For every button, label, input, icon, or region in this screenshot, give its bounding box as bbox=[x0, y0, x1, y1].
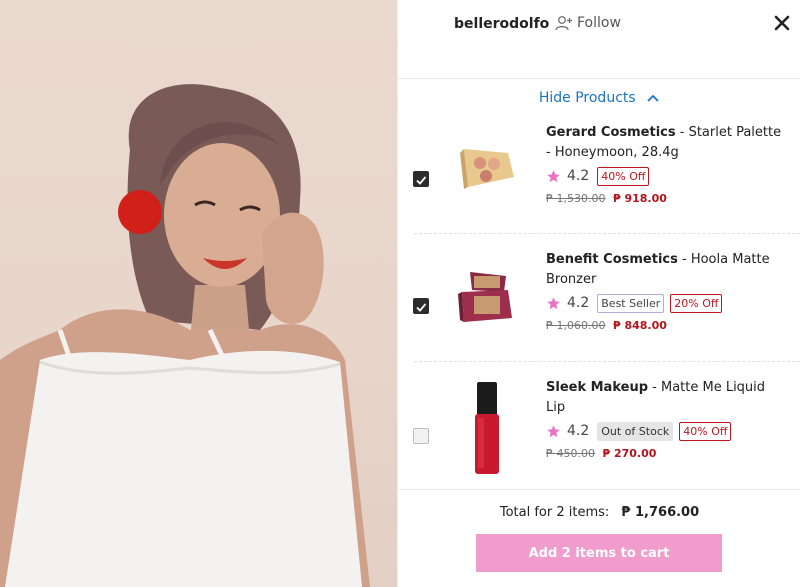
product-title[interactable]: Gerard Cosmetics - Starlet Palette - Hon… bbox=[546, 123, 782, 163]
follow-label: Follow bbox=[577, 15, 621, 31]
product-prices: ₱ 450.00 ₱ 270.00 bbox=[546, 444, 782, 464]
follow-button[interactable]: Follow bbox=[555, 15, 621, 31]
product-info: Gerard Cosmetics - Starlet Palette - Hon… bbox=[546, 123, 782, 209]
product-info: Benefit Cosmetics - Hoola Matte Bronzer … bbox=[546, 250, 782, 336]
sale-price: ₱ 848.00 bbox=[612, 319, 667, 332]
product-brand: Gerard Cosmetics bbox=[546, 125, 676, 140]
discount-badge: 40% Off bbox=[679, 421, 732, 441]
star-icon bbox=[547, 169, 560, 182]
sale-price: ₱ 270.00 bbox=[602, 447, 657, 460]
cart-total: Total for 2 items: ₱ 1,766.00 bbox=[398, 505, 800, 520]
product-item: Sleek Makeup - Matte Me Liquid Lip 4.2 O… bbox=[398, 368, 800, 491]
product-panel: bellerodolfo Follow Hide Products Gerard… bbox=[397, 0, 800, 587]
hide-products-toggle[interactable]: Hide Products bbox=[398, 90, 800, 106]
checkmark-icon bbox=[416, 303, 427, 312]
product-thumbnail bbox=[460, 149, 514, 189]
add-user-icon bbox=[555, 16, 572, 31]
original-price: ₱ 1,060.00 bbox=[546, 319, 606, 332]
discount-badge: 40% Off bbox=[597, 166, 650, 186]
product-checkbox[interactable] bbox=[413, 171, 429, 187]
product-title[interactable]: Benefit Cosmetics - Hoola Matte Bronzer bbox=[546, 250, 782, 290]
product-title[interactable]: Sleek Makeup - Matte Me Liquid Lip bbox=[546, 378, 782, 418]
close-icon[interactable] bbox=[771, 12, 793, 34]
total-amount: ₱ 1,766.00 bbox=[621, 505, 700, 520]
total-label: Total for 2 items: bbox=[499, 505, 610, 520]
model-photo-illustration bbox=[0, 84, 370, 587]
product-item: Gerard Cosmetics - Starlet Palette - Hon… bbox=[398, 113, 800, 236]
add-to-cart-button[interactable]: Add 2 items to cart bbox=[476, 534, 722, 572]
product-checkbox[interactable] bbox=[413, 428, 429, 444]
original-price: ₱ 1,530.00 bbox=[546, 192, 606, 205]
product-prices: ₱ 1,060.00 ₱ 848.00 bbox=[546, 316, 782, 336]
star-icon bbox=[547, 296, 560, 309]
product-rating: 4.2 Out of Stock 40% Off bbox=[546, 420, 782, 442]
product-rating: 4.2 Best Seller 20% Off bbox=[546, 292, 782, 314]
panel-header: bellerodolfo Follow bbox=[398, 0, 800, 79]
rating-value: 4.2 bbox=[567, 168, 590, 184]
model-photo bbox=[0, 0, 397, 587]
product-thumbnail bbox=[475, 382, 499, 474]
hide-products-label: Hide Products bbox=[538, 90, 636, 106]
product-item: Benefit Cosmetics - Hoola Matte Bronzer … bbox=[398, 240, 800, 363]
best-seller-badge: Best Seller bbox=[597, 293, 665, 313]
original-price: ₱ 450.00 bbox=[546, 447, 595, 460]
star-icon bbox=[547, 424, 560, 437]
product-thumbnail bbox=[458, 272, 512, 322]
chevron-up-icon bbox=[647, 94, 659, 102]
product-info: Sleek Makeup - Matte Me Liquid Lip 4.2 O… bbox=[546, 378, 782, 464]
product-prices: ₱ 1,530.00 ₱ 918.00 bbox=[546, 189, 782, 209]
rating-value: 4.2 bbox=[567, 295, 590, 311]
product-brand: Benefit Cosmetics bbox=[546, 252, 678, 267]
out-of-stock-badge: Out of Stock bbox=[597, 421, 674, 441]
product-rating: 4.2 40% Off bbox=[546, 165, 782, 187]
rating-value: 4.2 bbox=[567, 423, 590, 439]
checkmark-icon bbox=[416, 176, 427, 185]
product-brand: Sleek Makeup bbox=[546, 380, 649, 395]
sale-price: ₱ 918.00 bbox=[612, 192, 667, 205]
product-checkbox[interactable] bbox=[413, 298, 429, 314]
discount-badge: 20% Off bbox=[670, 293, 723, 313]
divider bbox=[414, 233, 800, 234]
divider bbox=[414, 361, 800, 362]
username[interactable]: bellerodolfo bbox=[454, 16, 549, 32]
footer-divider bbox=[398, 489, 800, 490]
